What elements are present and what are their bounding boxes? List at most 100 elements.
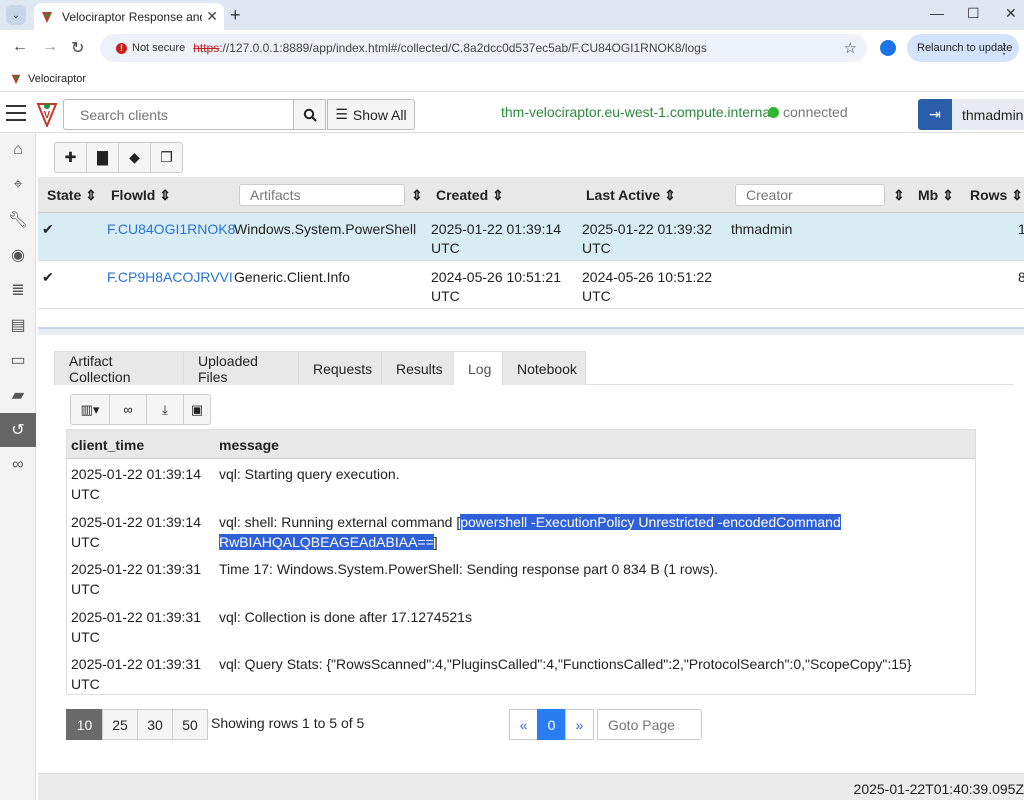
sort-icon[interactable]: ⇕ — [411, 187, 423, 204]
connected-dot-icon — [768, 106, 779, 118]
profile-avatar-icon[interactable] — [880, 40, 896, 56]
copy-button[interactable]: ❐ — [150, 142, 183, 173]
wrench-icon[interactable]: 🔧︎ — [0, 203, 36, 237]
more-menu-icon[interactable]: ⋮ — [997, 40, 1011, 57]
col-message[interactable]: message — [219, 437, 279, 453]
back-icon[interactable]: ← — [12, 38, 28, 56]
log-time: 2025-01-22 01:39:31 UTC — [71, 654, 211, 694]
log-message: Time 17: Windows.System.PowerShell: Send… — [219, 561, 719, 577]
sidebar: ⌂ ⌖ 🔧︎ ◉ ≣ ▤ ▭ ▰ ↺ ∞ — [0, 133, 36, 800]
flow-id[interactable]: F.CU84OGI1RNOK8 — [107, 220, 235, 239]
sort-icon: ⇕ — [85, 187, 97, 203]
username: thmadmin — [962, 106, 1024, 123]
tab-log[interactable]: Log — [453, 351, 503, 385]
pane-splitter[interactable] — [38, 327, 1024, 335]
col-client-time[interactable]: client_time — [71, 437, 144, 453]
page-size-10[interactable]: 10 — [66, 709, 103, 740]
tab-artifact-collection[interactable]: Artifact Collection — [54, 351, 184, 385]
log-row: 2025-01-22 01:39:31 UTC vql: Collection i… — [67, 602, 975, 649]
page-size-selector: 10 25 30 50 — [66, 709, 208, 740]
eye-icon[interactable]: ◉ — [0, 238, 36, 272]
prev-page-button[interactable]: « — [509, 709, 538, 740]
tab-uploaded-files[interactable]: Uploaded Files — [183, 351, 299, 385]
flow-created-date: 2025-01-22 01:39:14 — [431, 221, 561, 237]
url-scheme: https — [193, 41, 220, 55]
next-page-button[interactable]: » — [565, 709, 594, 740]
close-window-icon[interactable]: ✕ — [1005, 5, 1017, 22]
col-rows[interactable]: Rows ⇕ — [970, 187, 1023, 204]
reload-icon[interactable]: ↻ — [71, 38, 84, 58]
new-tab-icon[interactable]: + — [230, 5, 241, 26]
sort-icon[interactable]: ⇕ — [893, 187, 905, 204]
log-message-suffix: ] — [433, 534, 438, 550]
log-time-tz: UTC — [71, 486, 100, 502]
flow-row[interactable]: ✔ F.CU84OGI1RNOK8 Windows.System.PowerSh… — [38, 213, 1024, 261]
flows-table-header: State ⇕ FlowId ⇕ ⇕ Created ⇕ Last Active… — [38, 177, 1024, 213]
forward-icon[interactable]: → — [42, 38, 58, 56]
browser-tab[interactable]: Velociraptor Response and Mon ✕ — [34, 3, 224, 30]
search-clients-input[interactable] — [63, 99, 294, 130]
binoculars-icon[interactable]: ∞ — [0, 448, 36, 482]
page-size-30[interactable]: 30 — [137, 709, 173, 740]
delete-button[interactable]: ◆ — [118, 142, 151, 173]
creator-filter-input[interactable] — [735, 184, 885, 206]
home-icon[interactable]: ⌂ — [0, 133, 36, 167]
page-size-50[interactable]: 50 — [172, 709, 208, 740]
user-menu[interactable]: ⇥ thmadmin — [918, 99, 1024, 130]
not-secure-chip[interactable]: ! Not secure — [108, 39, 193, 57]
flow-row[interactable]: ✔ F.CP9H8ACOJRVVI Generic.Client.Info 20… — [38, 261, 1024, 309]
col-flowid[interactable]: FlowId ⇕ — [111, 187, 171, 204]
minimize-icon[interactable]: — — [930, 5, 944, 21]
hamburger-menu-icon[interactable] — [6, 105, 26, 121]
sort-icon: ⇕ — [664, 187, 676, 203]
log-time-date: 2025-01-22 01:39:31 — [71, 656, 201, 672]
current-page-button[interactable]: 0 — [537, 709, 566, 740]
tab-label: Notebook — [517, 360, 577, 377]
search-log-button[interactable]: ∞ — [109, 394, 147, 425]
col-created[interactable]: Created ⇕ — [436, 187, 504, 204]
flow-toolbar: ✚ ▇ ◆ ❐ — [54, 142, 183, 173]
artifacts-filter-input[interactable] — [239, 184, 405, 206]
bookmarks-bar: Velociraptor — [0, 66, 1024, 92]
velociraptor-logo-icon: V — [36, 103, 58, 127]
log-time-date: 2025-01-22 01:39:14 — [71, 514, 201, 530]
logout-icon[interactable]: ⇥ — [918, 99, 952, 130]
flow-id[interactable]: F.CP9H8ACOJRVVI — [107, 268, 233, 287]
bookmark-star-icon[interactable]: ☆ — [844, 39, 857, 57]
log-row: 2025-01-22 01:39:31 UTC vql: Query Stats:… — [67, 649, 975, 696]
download-button[interactable]: ⤓ — [146, 394, 184, 425]
book-icon[interactable]: ▤ — [0, 308, 36, 342]
close-tab-icon[interactable]: ✕ — [206, 8, 218, 25]
col-mb[interactable]: Mb ⇕ — [918, 187, 954, 204]
page-size-25[interactable]: 25 — [102, 709, 138, 740]
col-state[interactable]: State ⇕ — [47, 187, 97, 204]
search-button[interactable] — [294, 99, 326, 130]
maximize-icon[interactable]: ☐ — [967, 5, 980, 22]
columns-button[interactable]: ▥▾ — [70, 394, 110, 425]
server-icon[interactable]: ≣ — [0, 273, 36, 307]
flow-rows: 8 — [1018, 269, 1024, 285]
tab-requests[interactable]: Requests — [298, 351, 382, 385]
tab-results[interactable]: Results — [381, 351, 454, 385]
checkmark-icon: ✔ — [42, 221, 54, 237]
tab-notebook[interactable]: Notebook — [502, 351, 586, 385]
address-bar[interactable]: ! Not secure https://127.0.0.1:8889/app/… — [100, 34, 867, 62]
bookmark-velociraptor[interactable]: Velociraptor — [28, 73, 86, 85]
flow-created-tz: UTC — [431, 288, 460, 304]
flow-created: 2025-01-22 01:39:14 UTC — [431, 220, 561, 258]
show-all-button[interactable]: ☰ Show All — [327, 99, 415, 130]
col-last-active[interactable]: Last Active ⇕ — [586, 187, 676, 204]
tab-label: Uploaded Files — [198, 352, 258, 385]
export-csv-button[interactable]: ▣ — [183, 394, 211, 425]
crosshair-icon[interactable]: ⌖ — [0, 168, 36, 202]
flow-last-date: 2024-05-26 10:51:22 — [582, 269, 712, 285]
folder-icon[interactable]: ▰ — [0, 378, 36, 412]
goto-page-input[interactable] — [597, 709, 702, 740]
eraser-icon: ◆ — [129, 149, 140, 165]
archive-button[interactable]: ▇ — [86, 142, 119, 173]
tab-search-button[interactable]: ⌄ — [6, 5, 26, 25]
history-icon[interactable]: ↺ — [0, 413, 36, 447]
new-collection-button[interactable]: ✚ — [54, 142, 87, 173]
relaunch-button[interactable]: Relaunch to update ⋮ — [907, 34, 1019, 62]
laptop-icon[interactable]: ▭ — [0, 343, 36, 377]
